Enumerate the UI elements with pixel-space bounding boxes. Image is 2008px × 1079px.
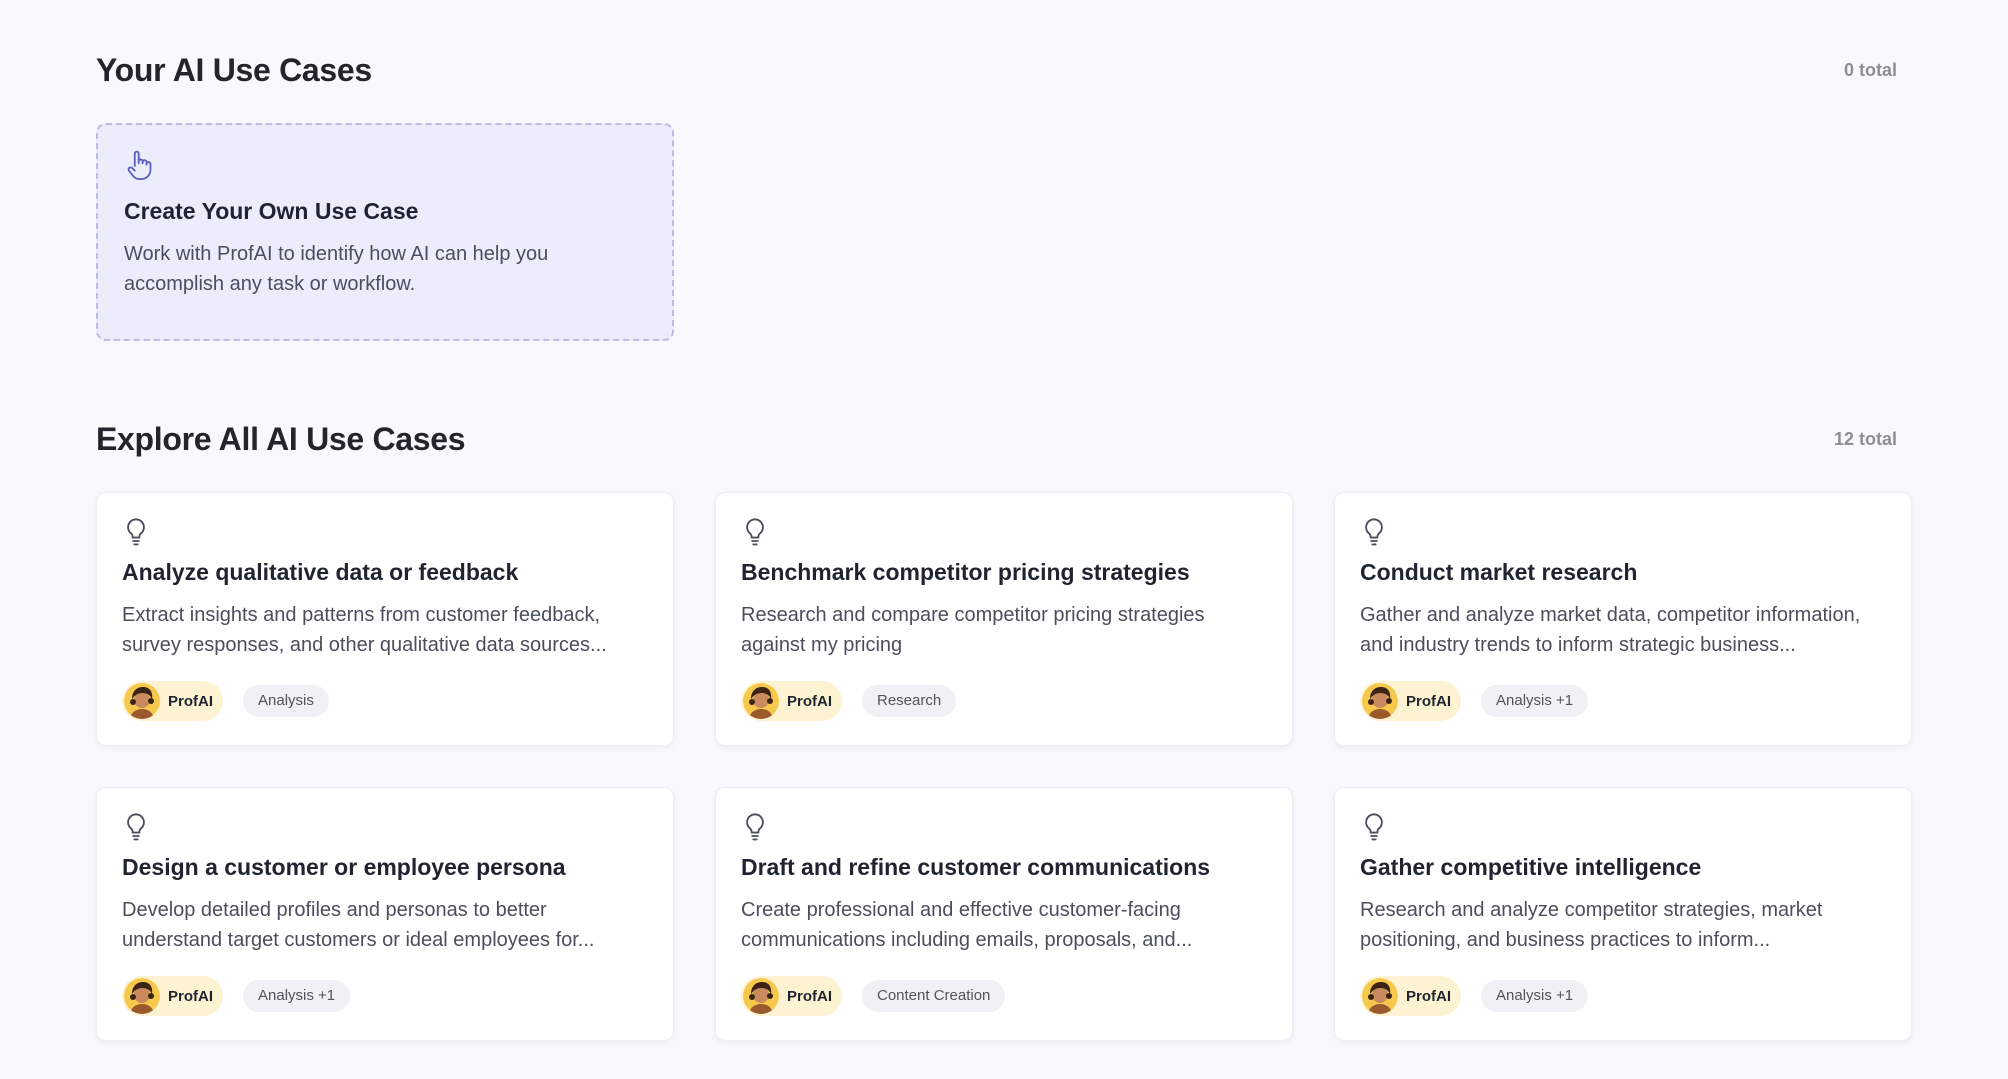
lightbulb-icon (746, 813, 764, 841)
lightbulb-icon (746, 518, 764, 546)
category-chip: Analysis +1 (1481, 980, 1589, 1012)
use-case-title: Conduct market research (1360, 559, 1638, 585)
author-name: ProfAI (787, 987, 832, 1005)
use-case-tags: ProfAI Content Creation (741, 976, 1267, 1016)
category-chip: Analysis +1 (1481, 685, 1589, 717)
create-use-case-card[interactable]: Create Your Own Use Case Work with ProfA… (96, 123, 674, 341)
use-case-title: Benchmark competitor pricing strategies (741, 559, 1190, 585)
author-name: ProfAI (168, 692, 213, 710)
use-case-description: Gather and analyze market data, competit… (1360, 604, 1861, 656)
create-card-description: Work with ProfAI to identify how AI can … (124, 243, 549, 295)
use-case-tags: ProfAI Analysis (122, 681, 648, 721)
use-case-grid: Analyze qualitative data or feedback Extr… (96, 492, 1912, 1041)
create-card-title: Create Your Own Use Case (124, 198, 419, 224)
author-name: ProfAI (1406, 987, 1451, 1005)
use-case-description: Develop detailed profiles and personas t… (122, 899, 595, 951)
author-name: ProfAI (787, 692, 832, 710)
profai-avatar (124, 978, 160, 1014)
use-case-card[interactable]: Design a customer or employee persona Dev… (96, 787, 674, 1041)
use-case-description: Research and compare competitor pricing … (741, 604, 1205, 656)
category-chip: Analysis (243, 685, 329, 717)
use-case-description: Research and analyze competitor strategi… (1360, 899, 1823, 951)
use-case-tags: ProfAI Analysis +1 (1360, 976, 1886, 1016)
author-chip: ProfAI (1360, 976, 1461, 1016)
use-case-card[interactable]: Benchmark competitor pricing strategies R… (715, 492, 1293, 746)
use-case-title: Design a customer or employee persona (122, 854, 566, 880)
hand-pointer-icon (127, 150, 152, 180)
section-title: Your AI Use Cases (96, 52, 372, 88)
use-cases-page: Your AI Use Cases 0 total Create Your Ow… (0, 0, 2008, 1079)
author-name: ProfAI (168, 987, 213, 1005)
category-chip: Content Creation (862, 980, 1006, 1012)
use-case-tags: ProfAI Research (741, 681, 1267, 721)
section-title: Explore All AI Use Cases (96, 421, 466, 457)
use-case-card[interactable]: Draft and refine customer communications… (715, 787, 1293, 1041)
category-chip: Research (862, 685, 957, 717)
use-case-card[interactable]: Analyze qualitative data or feedback Extr… (96, 492, 674, 746)
lightbulb-icon (1365, 813, 1383, 841)
lightbulb-icon (1365, 518, 1383, 546)
author-chip: ProfAI (122, 681, 223, 721)
use-case-card[interactable]: Conduct market research Gather and analyz… (1334, 492, 1912, 746)
section-count: 0 total (1843, 60, 1897, 80)
use-case-title: Gather competitive intelligence (1360, 854, 1702, 880)
category-chip: Analysis +1 (243, 980, 351, 1012)
your-use-cases-header: Your AI Use Cases 0 total (96, 52, 1897, 89)
use-case-description: Extract insights and patterns from custo… (122, 604, 607, 656)
use-case-title: Analyze qualitative data or feedback (122, 559, 519, 585)
section-count: 12 total (1833, 429, 1897, 449)
author-name: ProfAI (1406, 692, 1451, 710)
profai-avatar (743, 978, 779, 1014)
profai-avatar (1362, 978, 1398, 1014)
author-chip: ProfAI (1360, 681, 1461, 721)
lightbulb-icon (127, 518, 145, 546)
use-case-title: Draft and refine customer communications (741, 854, 1211, 880)
use-case-description: Create professional and effective custom… (741, 899, 1193, 951)
lightbulb-icon (127, 813, 145, 841)
use-case-card[interactable]: Gather competitive intelligence Research … (1334, 787, 1912, 1041)
author-chip: ProfAI (122, 976, 223, 1016)
explore-use-cases-header: Explore All AI Use Cases 12 total (96, 421, 1897, 458)
use-case-tags: ProfAI Analysis +1 (1360, 681, 1886, 721)
use-case-tags: ProfAI Analysis +1 (122, 976, 648, 1016)
profai-avatar (743, 683, 779, 719)
author-chip: ProfAI (741, 976, 842, 1016)
profai-avatar (1362, 683, 1398, 719)
profai-avatar (124, 683, 160, 719)
author-chip: ProfAI (741, 681, 842, 721)
